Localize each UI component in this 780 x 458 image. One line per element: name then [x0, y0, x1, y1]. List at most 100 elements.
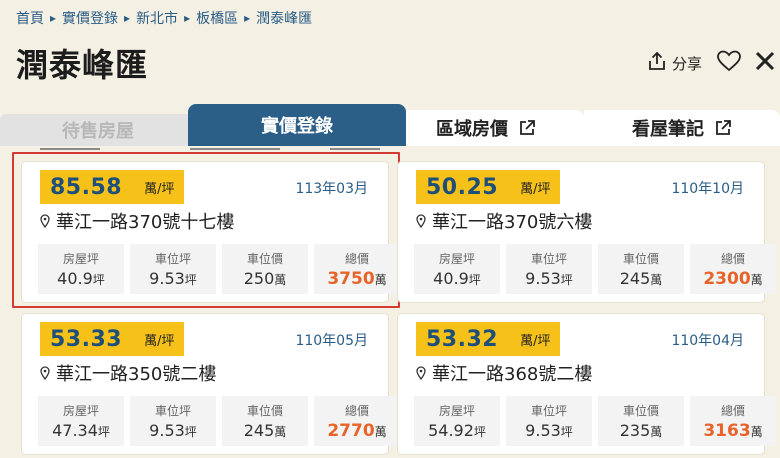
- breadcrumb-community[interactable]: 潤泰峰匯: [256, 8, 312, 28]
- transaction-date: 110年04月: [671, 333, 744, 349]
- unit-price: 85.58: [50, 174, 123, 200]
- unit-price-badge: 53.32 萬/坪: [416, 322, 561, 356]
- stat-total-price: 總價 2300萬: [690, 244, 776, 294]
- stat-parking-ping: 車位坪 9.53坪: [506, 244, 592, 294]
- stat-house-ping: 房屋坪 54.92坪: [414, 396, 500, 446]
- record-card[interactable]: 50.25 萬/坪 110年10月 華江一路370號六樓 房屋坪 40.9坪 車…: [398, 162, 776, 302]
- stat-label: 車位坪: [530, 404, 567, 418]
- share-icon: [648, 51, 666, 75]
- address: 華江一路370號六樓: [416, 208, 592, 234]
- stat-value: 245萬: [619, 269, 663, 288]
- record-card[interactable]: 85.58 萬/坪 113年03月 華江一路370號十七樓 房屋坪 40.9坪 …: [22, 162, 400, 302]
- external-link-icon: [518, 119, 536, 137]
- stat-value: 47.34坪: [52, 421, 110, 440]
- stat-label: 總價: [344, 403, 369, 418]
- tab-area-price[interactable]: 區域房價: [388, 110, 584, 146]
- stat-total-price: 總價 3750萬: [314, 244, 400, 294]
- page-title: 潤泰峰匯: [16, 46, 149, 84]
- stat-parking-price: 車位價 245萬: [222, 396, 308, 446]
- close-button[interactable]: [754, 50, 776, 76]
- header-actions: 分享: [648, 48, 776, 78]
- record-stats: 房屋坪 40.9坪 車位坪 9.53坪 車位價 250萬 總價 3750萬: [38, 244, 400, 294]
- record-stats: 房屋坪 47.34坪 車位坪 9.53坪 車位價 245萬 總價 2770萬: [38, 396, 400, 446]
- share-button[interactable]: 分享: [648, 51, 702, 75]
- stat-value: 3750萬: [327, 268, 387, 289]
- unit-price: 53.32: [426, 326, 499, 352]
- external-link-icon: [714, 119, 732, 137]
- close-icon: [754, 50, 776, 76]
- stat-parking-ping: 車位坪 9.53坪: [506, 396, 592, 446]
- stat-label: 車位價: [622, 404, 659, 418]
- unit-price-unit: 萬/坪: [144, 181, 175, 197]
- unit-price-badge: 50.25 萬/坪: [416, 170, 561, 204]
- stat-value: 9.53坪: [149, 269, 197, 288]
- stat-label: 車位價: [246, 404, 283, 418]
- unit-price-unit: 萬/坪: [520, 333, 551, 349]
- heart-icon: [716, 50, 742, 76]
- tab-for-sale[interactable]: 待售房屋: [0, 114, 196, 146]
- stat-value: 9.53坪: [525, 269, 573, 288]
- stat-value: 245萬: [243, 421, 287, 440]
- stat-parking-price: 車位價 245萬: [598, 244, 684, 294]
- stat-value: 2770萬: [327, 420, 387, 441]
- stat-label: 房屋坪: [62, 252, 99, 266]
- unit-price: 50.25: [426, 174, 499, 200]
- stat-value: 54.92坪: [428, 421, 486, 440]
- address-text: 華江一路370號十七樓: [56, 212, 235, 233]
- unit-price-unit: 萬/坪: [520, 181, 551, 197]
- stat-label: 車位坪: [154, 252, 191, 266]
- stat-value: 40.9坪: [433, 269, 481, 288]
- chevron-right-icon: ▸: [184, 11, 191, 25]
- stat-value: 2300萬: [703, 268, 763, 289]
- breadcrumb-actual-price[interactable]: 實價登錄: [62, 8, 118, 28]
- tab-actual-price[interactable]: 實價登錄: [188, 104, 406, 146]
- breadcrumb: 首頁 ▸ 實價登錄 ▸ 新北市 ▸ 板橋區 ▸ 潤泰峰匯: [16, 8, 312, 28]
- stat-total-price: 總價 2770萬: [314, 396, 400, 446]
- stat-label: 車位坪: [530, 252, 567, 266]
- address-text: 華江一路370號六樓: [432, 212, 593, 233]
- stat-parking-ping: 車位坪 9.53坪: [130, 244, 216, 294]
- breadcrumb-home[interactable]: 首頁: [16, 8, 44, 28]
- stat-label: 車位坪: [154, 404, 191, 418]
- record-stats: 房屋坪 54.92坪 車位坪 9.53坪 車位價 235萬 總價 3163萬: [414, 396, 776, 446]
- location-pin-icon: [40, 214, 50, 228]
- stat-parking-ping: 車位坪 9.53坪: [130, 396, 216, 446]
- transaction-date: 113年03月: [295, 181, 368, 197]
- address: 華江一路368號二樓: [416, 360, 592, 386]
- stat-label: 總價: [720, 251, 745, 266]
- tab-bar: 待售房屋 看屋筆記 區域房價 實價登錄: [0, 104, 780, 146]
- record-card[interactable]: 53.32 萬/坪 110年04月 華江一路368號二樓 房屋坪 54.92坪 …: [398, 314, 776, 454]
- share-label: 分享: [671, 54, 702, 73]
- record-card[interactable]: 53.33 萬/坪 110年05月 華江一路350號二樓 房屋坪 47.34坪 …: [22, 314, 400, 454]
- stat-value: 250萬: [243, 269, 287, 288]
- stat-value: 9.53坪: [525, 421, 573, 440]
- unit-price: 53.33: [50, 326, 123, 352]
- stat-label: 總價: [344, 251, 369, 266]
- location-pin-icon: [40, 366, 50, 380]
- favorite-button[interactable]: [716, 50, 742, 76]
- tab-area-price-label: 區域房價: [436, 119, 508, 140]
- record-stats: 房屋坪 40.9坪 車位坪 9.53坪 車位價 245萬 總價 2300萬: [414, 244, 776, 294]
- location-pin-icon: [416, 214, 426, 228]
- chevron-right-icon: ▸: [50, 11, 57, 25]
- tab-notes-label: 看屋筆記: [632, 119, 704, 140]
- stat-house-ping: 房屋坪 47.34坪: [38, 396, 124, 446]
- transaction-date: 110年05月: [295, 333, 368, 349]
- tab-actual-price-label: 實價登錄: [261, 116, 333, 137]
- tab-notes[interactable]: 看屋筆記: [584, 110, 780, 146]
- breadcrumb-district[interactable]: 板橋區: [196, 8, 238, 28]
- stat-label: 房屋坪: [62, 404, 99, 418]
- stat-label: 車位價: [246, 252, 283, 266]
- stat-label: 房屋坪: [438, 252, 475, 266]
- address-text: 華江一路368號二樓: [432, 364, 593, 385]
- scrolled-content-edge: [0, 146, 780, 154]
- location-pin-icon: [416, 366, 426, 380]
- address-text: 華江一路350號二樓: [56, 364, 217, 385]
- stat-parking-price: 車位價 235萬: [598, 396, 684, 446]
- stat-label: 總價: [720, 403, 745, 418]
- unit-price-badge: 53.33 萬/坪: [40, 322, 185, 356]
- breadcrumb-city[interactable]: 新北市: [136, 8, 178, 28]
- stat-house-ping: 房屋坪 40.9坪: [414, 244, 500, 294]
- stat-label: 房屋坪: [438, 404, 475, 418]
- chevron-right-icon: ▸: [244, 11, 251, 25]
